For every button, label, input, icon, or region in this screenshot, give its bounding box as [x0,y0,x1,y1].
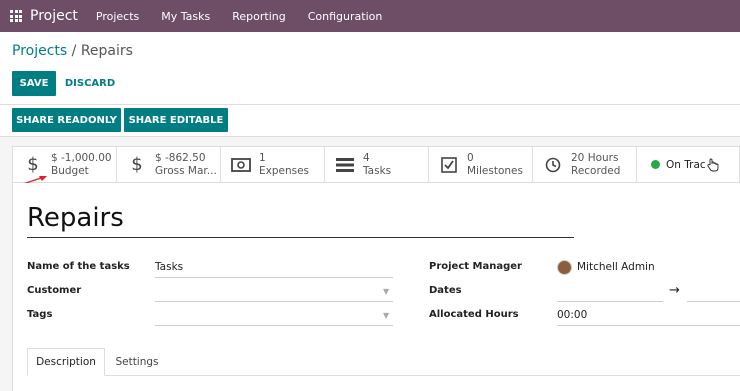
form-sheet: Repairs Name of the tasks Tasks Customer… [12,183,740,391]
name-of-tasks-label: Name of the tasks [27,261,130,272]
hand-cursor-icon [707,158,719,171]
menu-reporting[interactable]: Reporting [232,10,285,23]
stat-gross-margin[interactable]: $ $ -862.50 Gross Mar... [117,147,221,182]
dollar-icon: $ [131,154,143,175]
stat-label: Tasks [363,164,392,177]
menu-my-tasks[interactable]: My Tasks [161,10,210,23]
money-bill-icon [231,157,251,172]
stat-buttons-bar: $ $ -1,000.00 Budget $ $ -862.50 Gross M… [12,146,740,183]
avatar [557,260,572,275]
tab-settings[interactable]: Settings [105,348,169,376]
date-start-input[interactable] [557,301,663,302]
stat-label: Recorded [571,164,621,177]
stat-status-value: On Trac [666,158,706,171]
stat-value: $ -1,000.00 [51,151,112,164]
field-underline [155,301,393,302]
share-readonly-button[interactable]: SHARE READONLY [12,108,121,132]
control-panel: Projects / Repairs SAVE DISCARD SHARE RE… [0,32,740,137]
share-editable-button[interactable]: SHARE EDITABLE [124,108,228,132]
apps-menu-icon[interactable] [10,10,22,22]
dollar-icon: $ [27,154,39,175]
divider [0,104,740,105]
stat-milestones[interactable]: 0 Milestones [429,147,533,182]
tab-description[interactable]: Description [27,348,105,376]
stat-tasks[interactable]: 4 Tasks [325,147,429,182]
stat-value: 1 [259,151,266,164]
breadcrumb: Projects / Repairs [12,43,133,59]
stat-label: Budget [51,164,89,177]
app-name[interactable]: Project [30,8,78,24]
tags-label: Tags [27,309,53,320]
stat-value: 20 Hours [571,151,619,164]
stat-value: $ -862.50 [155,151,206,164]
tags-field[interactable] [155,309,393,323]
menu-projects[interactable]: Projects [96,10,139,23]
stat-expenses[interactable]: 1 Expenses [221,147,325,182]
title-underline [27,237,574,238]
breadcrumb-separator: / [67,43,81,59]
customer-label: Customer [27,285,82,296]
stat-value: 0 [467,151,474,164]
allocated-hours-input[interactable]: 00:00 [557,309,587,321]
chevron-down-icon[interactable]: ▼ [383,311,389,320]
breadcrumb-projects[interactable]: Projects [12,43,67,59]
status-dot-icon [651,160,660,169]
check-square-icon [439,156,459,173]
chevron-down-icon[interactable]: ▼ [383,287,389,296]
allocated-hours-label: Allocated Hours [429,309,519,320]
stat-value: 4 [363,151,370,164]
save-button[interactable]: SAVE [12,71,56,96]
name-of-tasks-input[interactable]: Tasks [155,261,183,273]
stat-status[interactable]: On Trac [637,147,739,182]
stat-label: Milestones [467,164,523,177]
menu-configuration[interactable]: Configuration [308,10,383,23]
field-underline [155,277,393,278]
stat-label: Gross Mar... [155,164,217,177]
arrow-right-icon: → [669,283,680,298]
project-manager-label: Project Manager [429,261,522,272]
stat-recorded-hours[interactable]: 20 Hours Recorded [533,147,637,182]
field-underline [155,325,393,326]
stat-label: Expenses [259,164,310,177]
clock-icon [543,157,563,173]
project-manager-field[interactable]: Mitchell Admin [577,261,655,273]
project-title[interactable]: Repairs [27,203,124,233]
dates-label: Dates [429,285,462,296]
breadcrumb-current: Repairs [80,43,133,59]
discard-button[interactable]: DISCARD [62,71,118,96]
date-end-input[interactable] [687,301,740,302]
tasks-icon [335,157,355,172]
top-navbar: Project Projects My Tasks Reporting Conf… [0,0,740,32]
field-underline [557,325,740,326]
customer-field[interactable] [155,285,393,299]
